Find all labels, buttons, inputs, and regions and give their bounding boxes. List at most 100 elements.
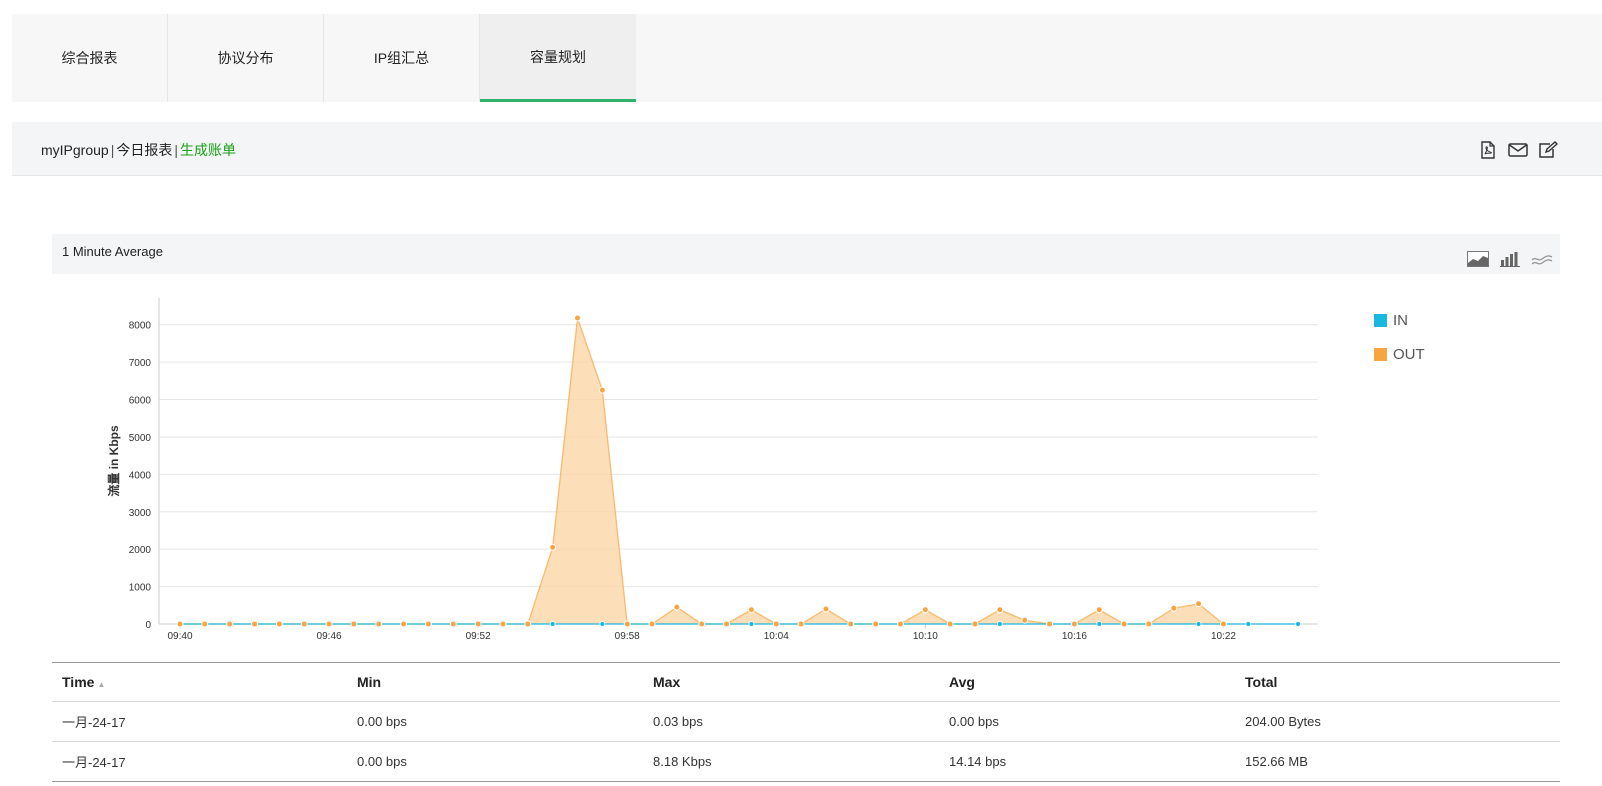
- legend-item-in[interactable]: IN: [1374, 310, 1425, 330]
- line-chart-icon[interactable]: [1530, 250, 1554, 268]
- legend-swatch-in: [1374, 313, 1387, 327]
- out-data-point: [822, 605, 830, 613]
- out-data-point: [275, 620, 283, 628]
- in-data-point: [599, 621, 606, 627]
- cell-max: 8.18 Kbps: [643, 741, 939, 782]
- column-header-max: Max: [643, 662, 939, 702]
- x-tick-label: 09:46: [317, 631, 342, 642]
- chart-panel-header: 1 Minute Average: [52, 234, 1560, 274]
- chart-title: 1 Minute Average: [62, 244, 163, 259]
- out-data-point: [1120, 620, 1128, 628]
- y-tick-label: 4000: [129, 470, 152, 481]
- in-data-point: [1096, 621, 1103, 627]
- out-data-point: [872, 620, 880, 628]
- x-tick-label: 10:04: [764, 631, 789, 642]
- out-data-point: [1070, 620, 1078, 628]
- out-data-point: [623, 620, 631, 628]
- stats-table: Time ▲ Min Max Avg Total 一月-24-17 0.00 bp…: [52, 662, 1560, 782]
- tab-capacity-planning[interactable]: 容量规划: [480, 14, 636, 102]
- generate-bill-link[interactable]: 生成账单: [180, 142, 236, 158]
- out-data-point: [996, 606, 1004, 614]
- y-tick-label: 6000: [129, 396, 152, 407]
- y-tick-label: 8000: [129, 321, 152, 332]
- out-data-point: [797, 620, 805, 628]
- in-data-point: [1245, 621, 1252, 627]
- chart-legend: IN OUT: [1374, 310, 1425, 378]
- tab-protocol-distribution[interactable]: 协议分布: [168, 14, 324, 102]
- traffic-chart: 0 1000 2000 3000 4000 5000 6000 7000 8000 09:40 09…: [106, 298, 1318, 642]
- out-data-point: [474, 620, 482, 628]
- in-data-point: [996, 621, 1003, 627]
- legend-label-out: OUT: [1393, 345, 1425, 363]
- cell-min: 0.00 bps: [347, 741, 643, 782]
- out-data-point: [847, 620, 855, 628]
- out-data-point: [350, 620, 358, 628]
- table-row: 一月-24-17 0.00 bps 8.18 Kbps 14.14 bps 15…: [52, 741, 1560, 782]
- out-data-point: [251, 620, 259, 628]
- pdf-icon[interactable]: [1478, 140, 1498, 160]
- chart-type-switcher: [1466, 250, 1554, 268]
- out-data-point: [574, 314, 582, 322]
- legend-swatch-out: [1374, 347, 1387, 361]
- cell-avg: 0.00 bps: [939, 701, 1235, 742]
- out-data-point: [896, 620, 904, 628]
- out-data-point: [772, 620, 780, 628]
- y-tick-label: 7000: [129, 358, 152, 369]
- area-chart-icon[interactable]: [1466, 250, 1490, 268]
- out-data-point: [648, 620, 656, 628]
- y-tick-label: 5000: [129, 433, 152, 444]
- out-data-point: [1219, 620, 1227, 628]
- table-header-row: Time ▲ Min Max Avg Total: [52, 662, 1560, 702]
- column-header-min: Min: [347, 662, 643, 702]
- edit-icon[interactable]: [1538, 140, 1558, 160]
- tab-ip-group-summary[interactable]: IP组汇总: [324, 14, 480, 102]
- table-row: 一月-24-17 0.00 bps 0.03 bps 0.00 bps 204.…: [52, 701, 1560, 742]
- y-tick-label: 2000: [129, 545, 152, 556]
- y-tick-label: 0: [145, 620, 151, 631]
- cell-max: 0.03 bps: [643, 701, 939, 742]
- email-icon[interactable]: [1508, 140, 1528, 160]
- out-series-area: [180, 317, 1224, 624]
- cell-total: 204.00 Bytes: [1235, 701, 1560, 742]
- out-data-point: [499, 620, 507, 628]
- out-data-point: [1195, 600, 1203, 608]
- out-series-line: [180, 317, 1224, 625]
- out-data-point: [424, 620, 432, 628]
- y-tick-label: 1000: [129, 583, 152, 594]
- out-data-point: [1170, 604, 1178, 612]
- out-data-point: [449, 620, 457, 628]
- report-period: 今日报表: [116, 142, 173, 158]
- group-name: myIPgroup: [41, 142, 109, 158]
- column-header-time[interactable]: Time ▲: [52, 662, 347, 702]
- out-data-point: [201, 620, 209, 628]
- out-data-point: [375, 620, 383, 628]
- export-actions: [1478, 140, 1558, 160]
- in-data-point: [549, 621, 556, 627]
- x-tick-label: 10:10: [913, 631, 938, 642]
- out-data-point: [1046, 620, 1054, 628]
- bar-chart-icon[interactable]: [1498, 250, 1522, 268]
- out-data-point: [971, 620, 979, 628]
- cell-total: 152.66 MB: [1235, 741, 1560, 782]
- legend-label-in: IN: [1393, 311, 1408, 329]
- in-data-point: [1195, 621, 1202, 627]
- out-data-point: [524, 620, 532, 628]
- out-data-point: [747, 606, 755, 614]
- y-axis-label: 流量 in Kbps: [106, 425, 121, 497]
- column-header-avg: Avg: [939, 662, 1235, 702]
- out-data-point: [325, 620, 333, 628]
- sort-icon[interactable]: ▲: [97, 680, 105, 689]
- x-tick-label: 09:58: [615, 631, 640, 642]
- out-data-point: [598, 386, 606, 394]
- out-data-point: [698, 620, 706, 628]
- legend-item-out[interactable]: OUT: [1374, 344, 1425, 364]
- out-data-point: [549, 543, 557, 551]
- breadcrumb: myIPgroup | 今日报表 | 生成账单: [41, 140, 236, 160]
- separator: |: [174, 142, 178, 158]
- cell-time: 一月-24-17: [52, 701, 347, 742]
- in-data-point: [748, 621, 755, 627]
- tab-summary-report[interactable]: 综合报表: [12, 14, 168, 102]
- out-data-point: [673, 603, 681, 611]
- out-data-point: [1145, 620, 1153, 628]
- x-tick-label: 10:16: [1062, 631, 1087, 642]
